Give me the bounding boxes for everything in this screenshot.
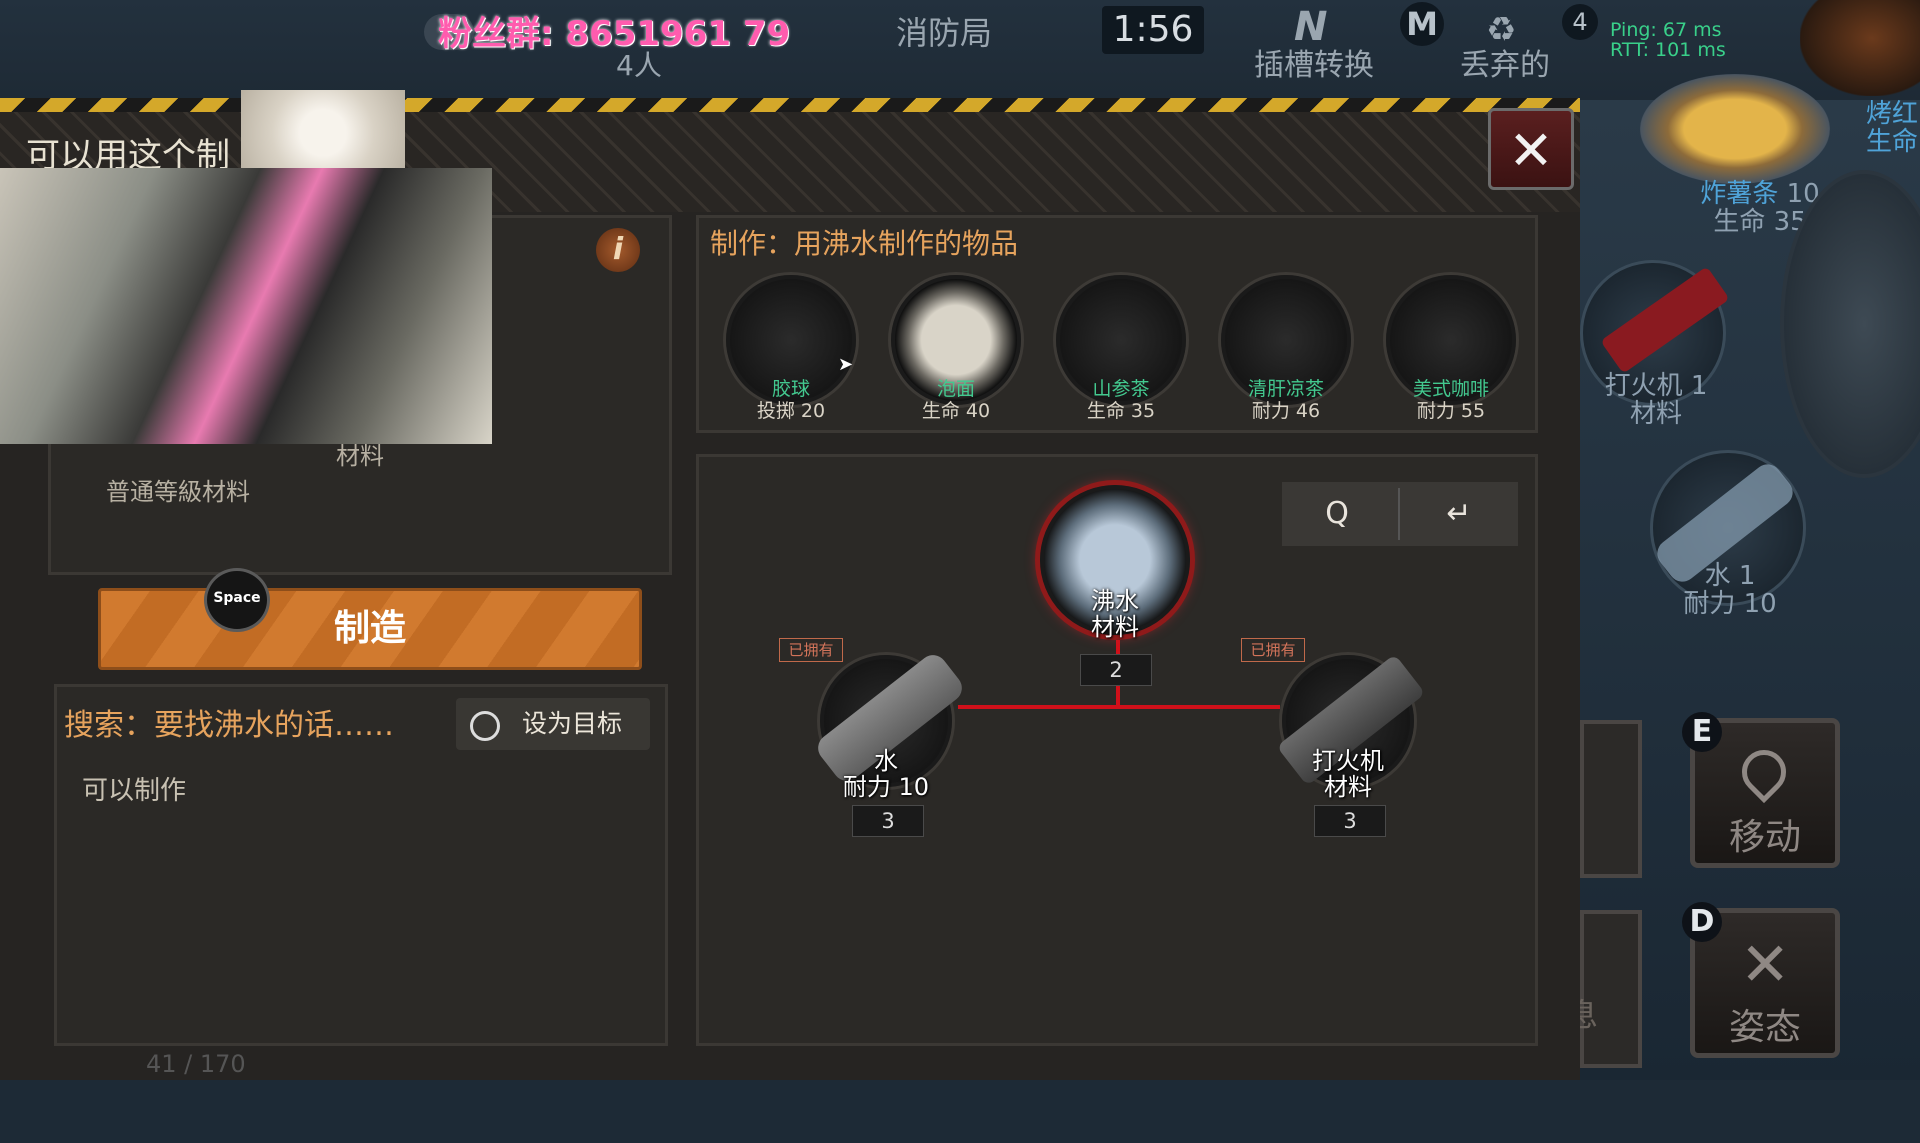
- search-zoom-button[interactable]: Q: [1282, 488, 1392, 540]
- recipe-item: 泡面 生命 40: [876, 378, 1036, 422]
- water-name: 水 1: [1704, 561, 1756, 591]
- crossed-swords-icon: ✕: [1740, 930, 1791, 1000]
- craft-button[interactable]: 制造: [98, 588, 642, 670]
- water-qty: 3: [852, 805, 924, 837]
- recipe-item: 胶球 投掷 20: [711, 378, 871, 422]
- water-sub: 耐力 10: [842, 773, 930, 801]
- recipe-name: 胶球: [771, 378, 810, 400]
- root-node-label: 沸水 材料: [1055, 588, 1175, 640]
- lighter-node-label: 打火机 材料: [1288, 748, 1408, 800]
- roast-item-icon: [1800, 0, 1920, 96]
- water-node-label: 水 耐力 10: [826, 748, 946, 800]
- recipe-name: 美式咖啡: [1412, 378, 1489, 400]
- map-key[interactable]: M: [1400, 2, 1444, 46]
- recipe-stat: 耐力 46: [1251, 400, 1321, 422]
- recipe-stat: 生命 40: [921, 400, 991, 422]
- discard-label[interactable]: 丢弃的: [1460, 40, 1550, 84]
- hazard-stripe: [0, 98, 1580, 112]
- water-stat: 耐力 10: [1683, 589, 1777, 619]
- close-button[interactable]: ✕: [1488, 108, 1574, 190]
- roast-stat: 生命: [1866, 127, 1919, 157]
- stance-label: 姿态: [1728, 1007, 1801, 1048]
- recipe-item: 山参茶 生命 35: [1041, 378, 1201, 422]
- owned-badge: 已拥有: [779, 638, 843, 662]
- craft-status: 可以制作: [82, 776, 187, 806]
- item-description: 普通等級材料: [106, 478, 250, 506]
- slot-switch-label[interactable]: 插槽转换: [1254, 40, 1374, 84]
- toolbar-divider: [1398, 488, 1400, 540]
- stance-key: D: [1682, 902, 1722, 942]
- info-icon[interactable]: i: [596, 228, 640, 272]
- recipe-stat: 耐力 55: [1416, 400, 1486, 422]
- lighter-sub: 材料: [1324, 773, 1372, 801]
- water-name: 水: [874, 747, 898, 775]
- left-slot-edge: [1580, 720, 1642, 878]
- left-slot-edge-2: [1580, 910, 1642, 1068]
- return-button[interactable]: ↵: [1404, 488, 1514, 540]
- recipe-name: 山参茶: [1092, 378, 1150, 400]
- recipe-item: 美式咖啡 耐力 55: [1371, 378, 1531, 422]
- player-count: 4人: [616, 49, 662, 82]
- roast-item-label: 烤红 生命: [1866, 100, 1918, 156]
- rtt-text: RTT: 101 ms: [1610, 39, 1726, 61]
- lighter-name: 打火机 1: [1604, 371, 1708, 401]
- recipe-stat: 生命 35: [1086, 400, 1156, 422]
- roast-name: 烤红: [1866, 99, 1919, 129]
- fries-name: 炸薯条: [1700, 179, 1779, 209]
- dog-sticker: [241, 90, 405, 168]
- recipe-name: 泡面: [936, 378, 975, 400]
- recipe-name: 清肝凉茶: [1247, 378, 1324, 400]
- owned-badge: 已拥有: [1241, 638, 1305, 662]
- root-name: 沸水: [1091, 587, 1139, 615]
- space-key-hint: Space: [204, 568, 270, 632]
- recipe-stat: 投掷 20: [756, 400, 826, 422]
- location-name: 消防局: [896, 14, 993, 52]
- lighter-item: 打火机 1 材料: [1596, 372, 1716, 428]
- search-title: 搜索：要找沸水的话……: [64, 708, 394, 743]
- lighter-sub: 材料: [1629, 399, 1682, 429]
- webcam-overlay: [0, 168, 492, 444]
- root-qty: 2: [1080, 654, 1152, 686]
- move-key: E: [1682, 712, 1722, 752]
- recipe-title: 制作：用沸水制作的物品: [710, 227, 1019, 260]
- root-sub: 材料: [1091, 613, 1139, 641]
- move-label: 移动: [1728, 817, 1801, 858]
- pager-text: 41 / 170: [146, 1050, 246, 1078]
- water-item: 水 1 耐力 10: [1670, 562, 1790, 618]
- lighter-name: 打火机: [1312, 747, 1384, 775]
- lighter-qty: 3: [1314, 805, 1386, 837]
- ping-text: Ping: 67 ms: [1610, 19, 1722, 41]
- count-badge: 4: [1562, 4, 1598, 40]
- fan-group-overlay: 粉丝群: 8651961 79: [438, 14, 791, 54]
- mouse-cursor-icon: ➤: [838, 354, 854, 375]
- crosshair-icon: [470, 711, 500, 741]
- network-stats: Ping: 67 ms RTT: 101 ms: [1610, 20, 1726, 60]
- match-timer: 1:56: [1102, 6, 1204, 54]
- recipe-item: 清肝凉茶 耐力 46: [1206, 378, 1366, 422]
- fries-item-icon[interactable]: [1640, 74, 1830, 184]
